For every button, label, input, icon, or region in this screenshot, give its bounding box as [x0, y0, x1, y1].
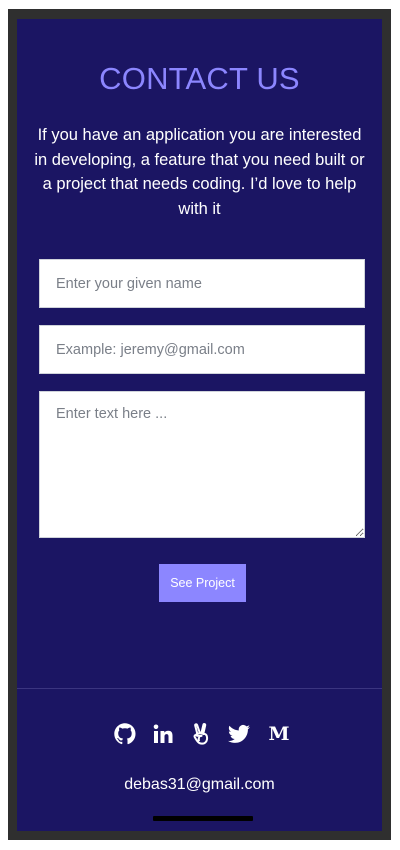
github-icon [114, 723, 136, 745]
footer-email: debas31@gmail.com [124, 776, 275, 793]
twitter-link[interactable] [227, 722, 251, 746]
email-input[interactable] [39, 325, 365, 374]
name-input[interactable] [39, 259, 365, 308]
github-link[interactable] [113, 722, 137, 746]
intro-text: If you have an application you are inter… [34, 126, 365, 218]
medium-icon: M [268, 723, 290, 745]
home-indicator [153, 816, 253, 821]
angellist-icon [193, 723, 209, 745]
medium-link[interactable]: M [267, 722, 291, 746]
angellist-link[interactable] [189, 722, 213, 746]
linkedin-link[interactable] [151, 722, 175, 746]
linkedin-icon [153, 724, 173, 743]
contact-screen: CONTACT US If you have an application yo… [17, 19, 382, 831]
message-textarea[interactable] [39, 391, 365, 538]
twitter-icon [228, 724, 250, 743]
footer-divider [17, 688, 382, 689]
see-project-button[interactable]: See Project [159, 564, 246, 602]
page-title: CONTACT US [99, 61, 300, 96]
social-links: M [17, 722, 382, 746]
